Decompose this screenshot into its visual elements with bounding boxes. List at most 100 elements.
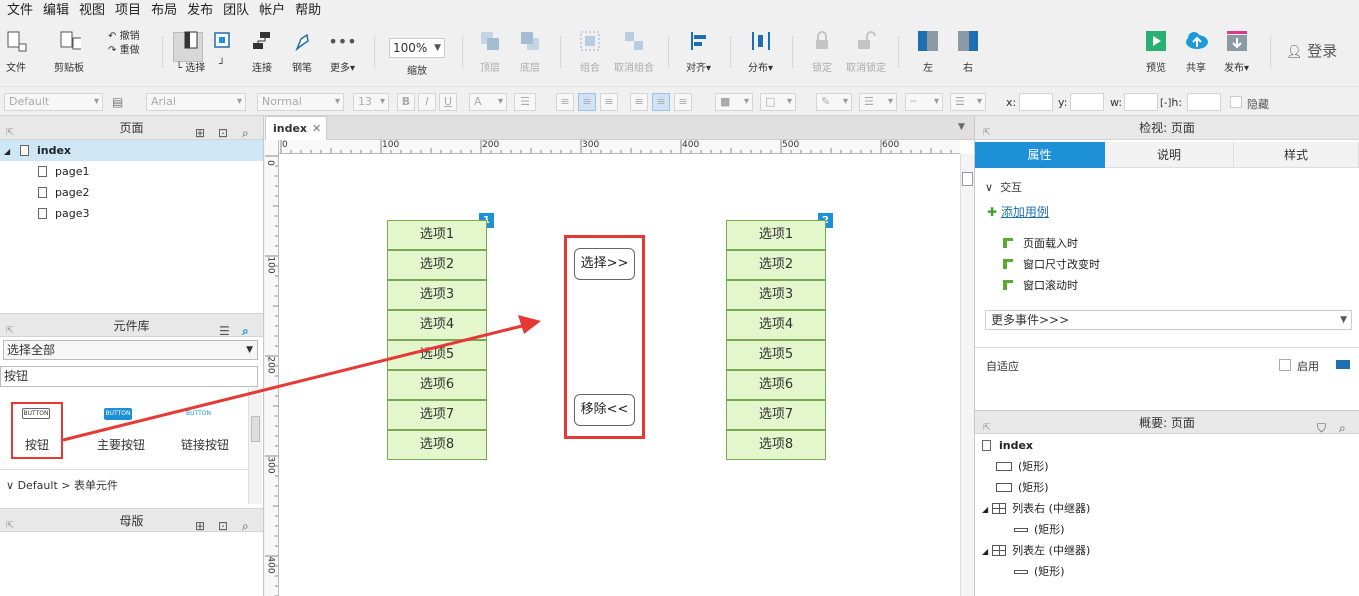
- valign-middle-button[interactable]: ≡: [652, 93, 670, 111]
- list-left-item[interactable]: 选项2: [387, 250, 487, 280]
- list-right-item[interactable]: 选项7: [726, 400, 826, 430]
- align-text-left-button[interactable]: ≡: [556, 93, 574, 111]
- outline-item[interactable]: ◢ 列表左 (中继器): [975, 540, 1359, 561]
- list-left-item[interactable]: 选项1: [387, 220, 487, 250]
- italic-button[interactable]: I: [418, 93, 436, 111]
- width-input[interactable]: [1124, 93, 1158, 111]
- bring-to-front-button[interactable]: 顶层: [478, 28, 502, 74]
- button-widget-icon[interactable]: BUTTON: [22, 408, 50, 419]
- list-left-item[interactable]: 选项8: [387, 430, 487, 460]
- event-page-load[interactable]: 页面载入时: [1003, 235, 1078, 251]
- list-right-item[interactable]: 选项4: [726, 310, 826, 340]
- expand-icon[interactable]: ◢: [0, 141, 14, 162]
- select-tool[interactable]: └ 选择: [176, 28, 205, 74]
- list-right-item[interactable]: 选项6: [726, 370, 826, 400]
- menu-account[interactable]: 帐户: [254, 1, 290, 21]
- align-text-center-button[interactable]: ≡: [578, 93, 596, 111]
- search-icon[interactable]: ⌕: [242, 514, 249, 538]
- list-right-item[interactable]: 选项2: [726, 250, 826, 280]
- collapse-icon[interactable]: ⇱: [6, 514, 14, 538]
- font-weight-select[interactable]: Normal: [257, 93, 344, 111]
- expand-icon[interactable]: ◢: [982, 547, 988, 556]
- share-button[interactable]: 共享: [1184, 28, 1208, 74]
- outline-item[interactable]: ◢ 列表右 (中继器): [975, 498, 1359, 519]
- list-left-item[interactable]: 选项3: [387, 280, 487, 310]
- add-case-link[interactable]: ✚ 添加用例: [987, 203, 1049, 220]
- page-tree-item-page2[interactable]: page2: [0, 182, 263, 203]
- arrow-style-select[interactable]: ☰: [950, 93, 986, 111]
- bullet-list-button[interactable]: ☰: [514, 93, 536, 111]
- publish-button[interactable]: 发布▾: [1224, 28, 1249, 74]
- tab-notes[interactable]: 说明: [1105, 142, 1234, 168]
- tab-properties[interactable]: 属性: [975, 142, 1105, 168]
- scrollbar-thumb[interactable]: [962, 172, 973, 186]
- adaptive-settings-icon[interactable]: [1336, 360, 1350, 369]
- more-tools-button[interactable]: ••• 更多▾: [328, 28, 356, 75]
- left-panel-toggle[interactable]: 左: [916, 28, 940, 74]
- unlock-button[interactable]: 取消锁定: [846, 28, 886, 74]
- library-select[interactable]: 选择全部 ▼: [3, 340, 258, 360]
- redo-button[interactable]: ↷ 重做: [108, 44, 140, 58]
- undo-button[interactable]: ↶ 撤销: [108, 30, 140, 44]
- library-category[interactable]: ∨ Default > 表单元件: [6, 477, 118, 493]
- interaction-section[interactable]: ∨ 交互: [985, 179, 1022, 195]
- event-window-scroll[interactable]: 窗口滚动时: [1003, 277, 1078, 293]
- x-input[interactable]: [1019, 93, 1053, 111]
- menu-help[interactable]: 帮助: [290, 1, 326, 21]
- event-window-resize[interactable]: 窗口尺寸改变时: [1003, 256, 1100, 272]
- page-tree-item-page1[interactable]: page1: [0, 161, 263, 182]
- link-ratio-icon[interactable]: [‑]: [1160, 98, 1171, 109]
- preview-button[interactable]: 预览: [1144, 28, 1168, 74]
- menu-project[interactable]: 项目: [110, 1, 146, 21]
- distribute-button[interactable]: 分布▾: [748, 28, 773, 74]
- pen-tool[interactable]: 钢笔: [290, 28, 314, 74]
- tab-menu-icon[interactable]: ▼: [958, 122, 965, 132]
- page-tree-root[interactable]: ◢ index: [0, 140, 263, 161]
- format-painter-icon[interactable]: ▤: [112, 95, 123, 109]
- widget-primary-button-label[interactable]: 主要按钮: [97, 436, 145, 453]
- add-master-icon[interactable]: ⊞: [195, 514, 205, 538]
- menu-view[interactable]: 视图: [74, 1, 110, 21]
- file-button[interactable]: 文件: [4, 28, 28, 74]
- list-right-item[interactable]: 选项1: [726, 220, 826, 250]
- style-select[interactable]: Default: [4, 93, 103, 111]
- y-input[interactable]: [1070, 93, 1104, 111]
- outline-item[interactable]: (矩形): [975, 519, 1359, 540]
- menu-team[interactable]: 团队: [218, 1, 254, 21]
- outline-item[interactable]: (矩形): [975, 477, 1359, 498]
- right-panel-toggle[interactable]: 右: [956, 28, 980, 74]
- line-color-select[interactable]: ✎: [816, 93, 852, 111]
- bold-button[interactable]: B: [397, 93, 415, 111]
- clipboard-button[interactable]: ✂ 剪贴板: [54, 28, 84, 74]
- widget-button-label[interactable]: 按钮: [25, 436, 49, 453]
- send-to-back-button[interactable]: 底层: [518, 28, 542, 74]
- remove-back-button[interactable]: 移除<<: [574, 394, 635, 426]
- tab-style[interactable]: 样式: [1234, 142, 1359, 168]
- line-width-select[interactable]: ☰: [859, 93, 897, 111]
- outline-root[interactable]: index: [975, 435, 1359, 456]
- list-right-item[interactable]: 选项5: [726, 340, 826, 370]
- login-button[interactable]: 👤︎ 登录: [1286, 40, 1337, 61]
- lock-button[interactable]: 锁定: [810, 28, 834, 74]
- ungroup-button[interactable]: 取消组合: [614, 28, 654, 74]
- font-size-select[interactable]: 13: [353, 93, 389, 111]
- outline-item[interactable]: (矩形): [975, 561, 1359, 582]
- expand-icon[interactable]: ◢: [982, 505, 988, 514]
- more-events-select[interactable]: 更多事件>>> ▼: [985, 310, 1352, 330]
- add-folder-icon[interactable]: ⊡: [218, 514, 228, 538]
- list-left-item[interactable]: 选项5: [387, 340, 487, 370]
- connect-tool[interactable]: 连接: [250, 28, 274, 74]
- list-left-item[interactable]: 选项6: [387, 370, 487, 400]
- widget-link-button-label[interactable]: 链接按钮: [181, 436, 229, 453]
- menu-publish[interactable]: 发布: [182, 1, 218, 21]
- outline-item[interactable]: (矩形): [975, 456, 1359, 477]
- scrollbar-thumb[interactable]: [251, 416, 260, 442]
- library-search-input[interactable]: 按钮: [0, 366, 258, 387]
- close-icon[interactable]: ✕: [312, 117, 321, 141]
- valign-top-button[interactable]: ≡: [630, 93, 648, 111]
- library-scrollbar[interactable]: [248, 388, 262, 504]
- page-tree-item-page3[interactable]: page3: [0, 203, 263, 224]
- height-input[interactable]: [1187, 93, 1221, 111]
- group-button[interactable]: 组合: [578, 28, 602, 74]
- list-right-item[interactable]: 选项8: [726, 430, 826, 460]
